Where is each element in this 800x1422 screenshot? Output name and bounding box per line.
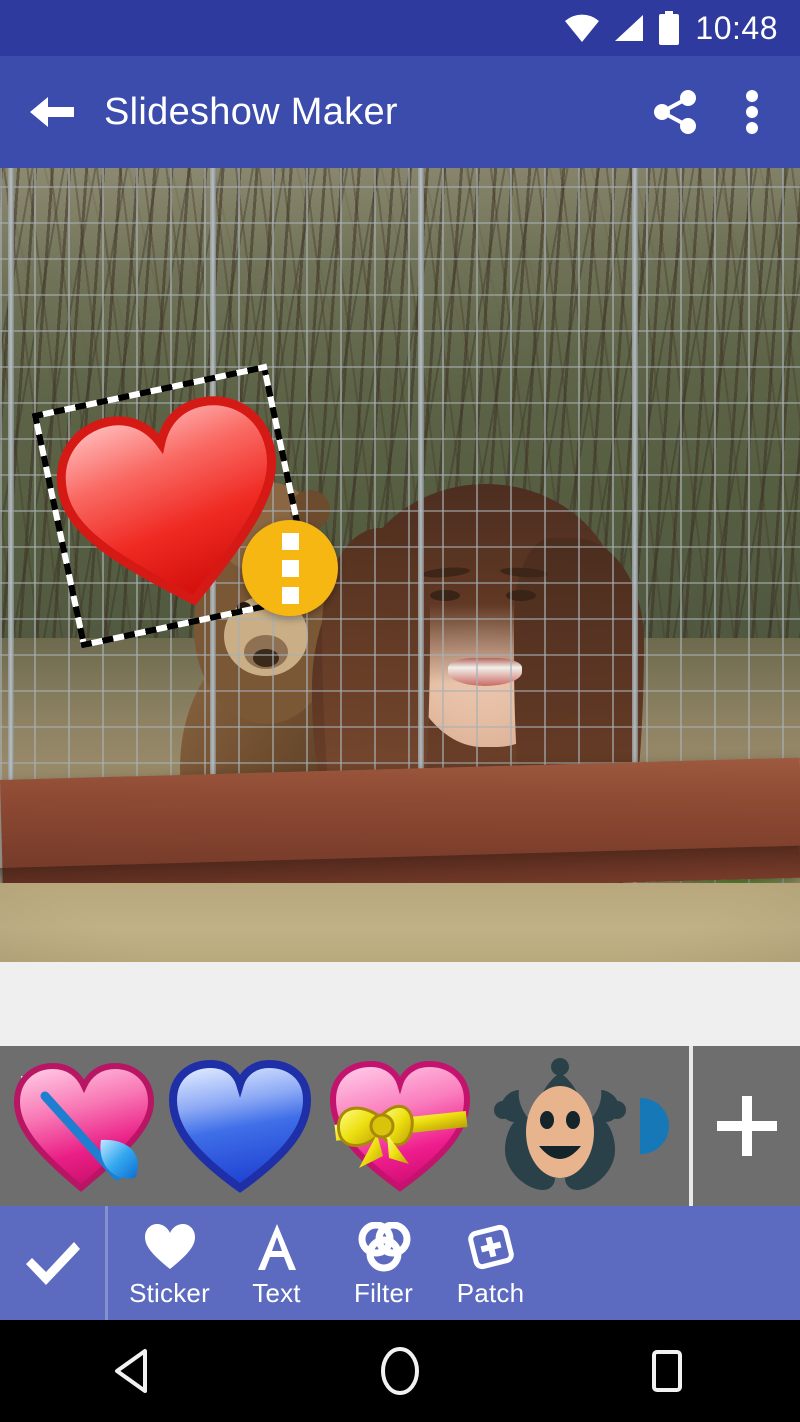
nav-back-button[interactable]: [53, 1320, 213, 1422]
tool-label: Sticker: [129, 1277, 210, 1308]
tool-label: Patch: [456, 1277, 525, 1308]
page-title: Slideshow Maker: [104, 90, 398, 133]
app-bar: Slideshow Maker: [0, 56, 800, 168]
blue-sticker-partial: [640, 1098, 669, 1154]
nav-recents-button[interactable]: [587, 1320, 747, 1422]
overflow-menu-button[interactable]: [716, 56, 788, 168]
blue-heart-sticker: [168, 1059, 312, 1193]
nav-recents-square-icon: [651, 1350, 682, 1392]
back-button[interactable]: [0, 56, 104, 168]
share-button[interactable]: [636, 56, 716, 168]
tool-label: Filter: [354, 1277, 413, 1308]
status-bar-icons: [564, 11, 680, 45]
battery-icon: [659, 11, 680, 45]
back-arrow-icon: [30, 97, 74, 127]
plus-icon: [716, 1096, 777, 1156]
sticker-option-heart-with-ribbon[interactable]: [320, 1046, 480, 1206]
tool-sticker[interactable]: Sticker: [116, 1206, 223, 1320]
heart-with-arrow-sticker: [13, 1062, 155, 1192]
android-nav-bar: [0, 1320, 800, 1422]
tool-list: Sticker Text Filter Patch: [108, 1206, 800, 1320]
letter-a-icon: [257, 1223, 296, 1270]
done-button[interactable]: [0, 1206, 108, 1320]
tool-text[interactable]: Text: [223, 1206, 330, 1320]
sticker-picker: [0, 1046, 800, 1206]
cell-signal-icon: [615, 15, 644, 41]
photo-canvas[interactable]: [0, 168, 800, 962]
sticker-list[interactable]: [0, 1046, 693, 1206]
wifi-icon: [565, 14, 600, 42]
filter-circles-icon: [358, 1221, 410, 1271]
heart-with-ribbon-sticker: [329, 1060, 471, 1192]
nav-home-button[interactable]: [320, 1320, 480, 1422]
add-sticker-button[interactable]: [693, 1046, 800, 1206]
canvas-spacer: [0, 962, 800, 1046]
patch-plus-icon: [467, 1224, 514, 1269]
status-bar-clock: 10:48: [695, 9, 778, 46]
sticker-option-jester-face[interactable]: [480, 1046, 640, 1206]
sticker-option-blue-heart[interactable]: [160, 1046, 320, 1206]
sticker-option-blue-partial[interactable]: [640, 1046, 689, 1206]
tool-patch[interactable]: Patch: [437, 1206, 544, 1320]
share-icon: [654, 90, 696, 134]
jester-face-sticker: [494, 1057, 626, 1190]
sticker-menu-button[interactable]: [242, 520, 338, 616]
heart-icon: [144, 1223, 195, 1269]
nav-home-circle-icon: [380, 1347, 419, 1395]
overflow-menu-icon: [281, 532, 299, 550]
checkmark-icon: [25, 1242, 80, 1285]
tool-filter[interactable]: Filter: [330, 1206, 437, 1320]
overflow-menu-icon: [746, 90, 758, 134]
tool-label: Text: [252, 1277, 301, 1308]
status-bar: 10:48: [0, 0, 800, 56]
sticker-option-heart-with-arrow[interactable]: [0, 1046, 160, 1206]
nav-back-triangle-icon: [115, 1349, 148, 1393]
phone-screen: 10:48 Slideshow Maker Sticker Text Filte…: [0, 0, 800, 1422]
bottom-toolbar: Sticker Text Filter Patch: [0, 1206, 800, 1320]
